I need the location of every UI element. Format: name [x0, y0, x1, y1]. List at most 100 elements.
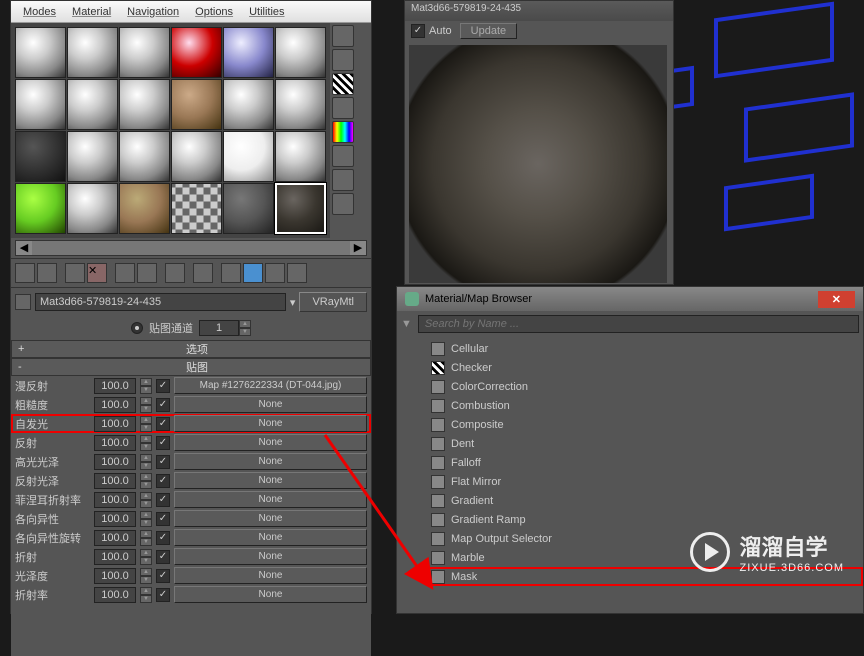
spinner-up-icon[interactable]: ▲: [140, 492, 152, 500]
map-enable-checkbox[interactable]: [156, 493, 170, 507]
pick-icon[interactable]: [15, 294, 31, 310]
material-swatch[interactable]: [119, 183, 170, 234]
spinner-down-icon[interactable]: ▼: [140, 443, 152, 451]
browser-item[interactable]: Cellular: [427, 339, 863, 358]
material-swatch[interactable]: [223, 79, 274, 130]
map-enable-checkbox[interactable]: [156, 398, 170, 412]
spinner-down-icon[interactable]: ▼: [140, 595, 152, 603]
spinner-up-icon[interactable]: ▲: [140, 511, 152, 519]
spinner-down-icon[interactable]: ▼: [140, 481, 152, 489]
map-amount-spinner[interactable]: [94, 568, 136, 584]
browser-item[interactable]: ColorCorrection: [427, 377, 863, 396]
material-type-button[interactable]: VRayMtl: [299, 292, 367, 312]
show-map-icon[interactable]: [221, 263, 241, 283]
material-id-icon[interactable]: [193, 263, 213, 283]
assign-icon[interactable]: [65, 263, 85, 283]
spinner-down-icon[interactable]: ▼: [140, 462, 152, 470]
make-unique-icon[interactable]: [137, 263, 157, 283]
scroll-left-icon[interactable]: ◀: [16, 241, 32, 255]
map-enable-checkbox[interactable]: [156, 588, 170, 602]
spinner-up-icon[interactable]: ▲: [140, 397, 152, 405]
rollout-options[interactable]: + 选项: [11, 340, 371, 358]
sample-type-icon[interactable]: [332, 25, 354, 47]
map-enable-checkbox[interactable]: [156, 379, 170, 393]
material-swatch[interactable]: [275, 27, 326, 78]
auto-checkbox[interactable]: [411, 24, 425, 38]
menu-utilities[interactable]: Utilities: [241, 6, 292, 18]
spinner-down-icon[interactable]: ▼: [140, 424, 152, 432]
map-amount-spinner[interactable]: [94, 416, 136, 432]
material-swatch[interactable]: [15, 79, 66, 130]
map-slot-button[interactable]: None: [174, 415, 367, 432]
map-slot-button[interactable]: None: [174, 567, 367, 584]
material-swatch[interactable]: [15, 27, 66, 78]
material-swatch[interactable]: [223, 131, 274, 182]
map-amount-spinner[interactable]: [94, 587, 136, 603]
map-amount-spinner[interactable]: [94, 454, 136, 470]
spinner-up-icon[interactable]: ▲: [239, 320, 251, 328]
map-enable-checkbox[interactable]: [156, 436, 170, 450]
uv-tiling-icon[interactable]: [332, 97, 354, 119]
material-swatch[interactable]: [223, 183, 274, 234]
options-icon[interactable]: [332, 169, 354, 191]
map-amount-spinner[interactable]: [94, 530, 136, 546]
spinner-down-icon[interactable]: ▼: [140, 405, 152, 413]
map-slot-button[interactable]: Map #1276222334 (DT-044.jpg): [174, 377, 367, 394]
material-swatch[interactable]: [275, 131, 326, 182]
preview-icon[interactable]: [332, 145, 354, 167]
spinner-up-icon[interactable]: ▲: [140, 568, 152, 576]
material-swatch[interactable]: [171, 27, 222, 78]
map-enable-checkbox[interactable]: [156, 550, 170, 564]
material-swatch[interactable]: [275, 79, 326, 130]
close-button[interactable]: ✕: [818, 291, 855, 308]
scroll-right-icon[interactable]: ▶: [350, 241, 366, 255]
material-swatch[interactable]: [67, 79, 118, 130]
get-material-icon[interactable]: [15, 263, 35, 283]
map-amount-spinner[interactable]: [94, 511, 136, 527]
backlight-icon[interactable]: [332, 49, 354, 71]
spinner-up-icon[interactable]: ▲: [140, 549, 152, 557]
go-to-parent-icon[interactable]: [265, 263, 285, 283]
material-swatch[interactable]: [171, 183, 222, 234]
material-swatch[interactable]: [119, 27, 170, 78]
map-amount-spinner[interactable]: [94, 378, 136, 394]
select-by-material-icon[interactable]: [332, 193, 354, 215]
map-slot-button[interactable]: None: [174, 396, 367, 413]
menu-modes[interactable]: Modes: [15, 6, 64, 18]
update-button[interactable]: Update: [460, 23, 517, 39]
spinner-down-icon[interactable]: ▼: [140, 519, 152, 527]
material-swatch[interactable]: [15, 131, 66, 182]
put-to-library-icon[interactable]: [165, 263, 185, 283]
show-end-result-icon[interactable]: [243, 263, 263, 283]
material-swatch-selected[interactable]: [275, 183, 326, 234]
browser-item[interactable]: Flat Mirror: [427, 472, 863, 491]
spinner-down-icon[interactable]: ▼: [140, 386, 152, 394]
map-enable-checkbox[interactable]: [156, 569, 170, 583]
spinner-down-icon[interactable]: ▼: [140, 500, 152, 508]
browser-item[interactable]: Combustion: [427, 396, 863, 415]
map-slot-button[interactable]: None: [174, 548, 367, 565]
spinner-up-icon[interactable]: ▲: [140, 530, 152, 538]
map-amount-spinner[interactable]: [94, 492, 136, 508]
go-forward-icon[interactable]: [287, 263, 307, 283]
rollout-area[interactable]: 贴图通道 ▲▼ + 选项 - 贴图 漫反射 ▲▼ Map #1276222334…: [11, 316, 371, 656]
search-input[interactable]: [418, 315, 859, 333]
spinner-up-icon[interactable]: ▲: [140, 435, 152, 443]
map-slot-button[interactable]: None: [174, 453, 367, 470]
video-color-icon[interactable]: [332, 121, 354, 143]
material-swatch[interactable]: [15, 183, 66, 234]
rollout-maps[interactable]: - 贴图: [11, 358, 371, 376]
put-to-scene-icon[interactable]: [37, 263, 57, 283]
map-amount-spinner[interactable]: [94, 435, 136, 451]
spinner-up-icon[interactable]: ▲: [140, 378, 152, 386]
swatch-scrollbar[interactable]: ◀ ▶: [15, 240, 367, 256]
browser-item[interactable]: Composite: [427, 415, 863, 434]
browser-item[interactable]: Gradient Ramp: [427, 510, 863, 529]
spinner-down-icon[interactable]: ▼: [140, 557, 152, 565]
material-swatch[interactable]: [67, 131, 118, 182]
spinner-down-icon[interactable]: ▼: [140, 576, 152, 584]
material-swatch[interactable]: [171, 79, 222, 130]
spinner-up-icon[interactable]: ▲: [140, 454, 152, 462]
map-slot-button[interactable]: None: [174, 434, 367, 451]
browser-item[interactable]: Gradient: [427, 491, 863, 510]
